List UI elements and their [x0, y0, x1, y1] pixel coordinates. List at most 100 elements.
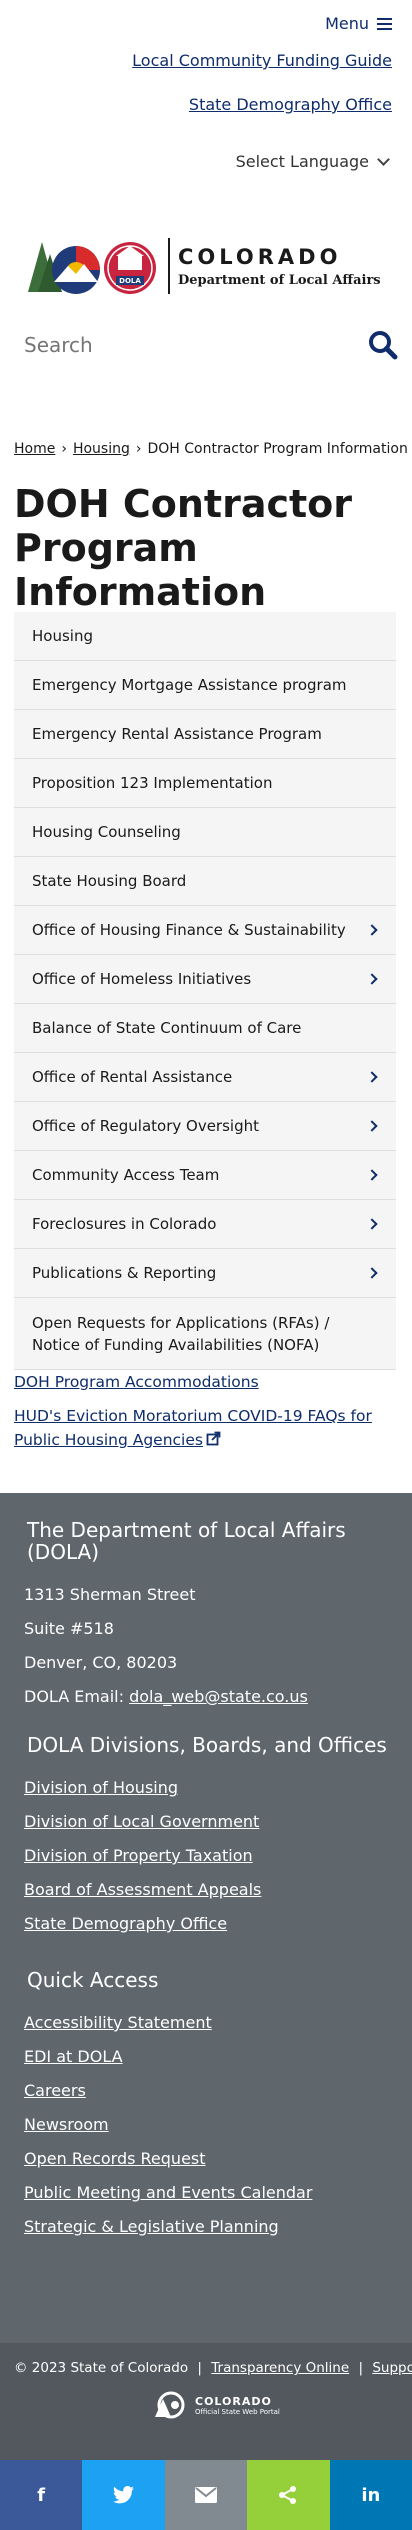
nav-item-label: Open Requests for Applications (RFAs) / …	[32, 1313, 330, 1354]
state-portal-logo[interactable]: COLORADO Official State Web Portal	[153, 2391, 280, 2419]
chevron-right-icon[interactable]	[366, 1120, 378, 1132]
nav-item-foreclosures[interactable]: Foreclosures in Colorado	[14, 1200, 396, 1249]
footer-link-events-calendar[interactable]: Public Meeting and Events Calendar	[24, 2183, 312, 2202]
menu-label: Menu	[325, 14, 369, 33]
copyright: © 2023 State of Colorado	[14, 2360, 189, 2376]
nav-item-label: Housing Counseling	[32, 823, 181, 841]
menu-button[interactable]: Menu	[325, 14, 392, 33]
email-share-button[interactable]	[164, 2460, 248, 2530]
chevron-right-icon[interactable]	[366, 1071, 378, 1083]
dola-logo[interactable]: DOLA COLORADO Department of Local Affair…	[24, 232, 396, 300]
nav-item-homeless-initiatives[interactable]: Office of Homeless Initiatives	[14, 955, 396, 1004]
footer-link-division-of-local-government[interactable]: Division of Local Government	[24, 1812, 259, 1831]
extra-links: DOH Program Accommodations HUD's Evictio…	[14, 1370, 398, 1463]
nav-item-publications[interactable]: Publications & Reporting	[14, 1249, 396, 1298]
nav-item-housing-finance[interactable]: Office of Housing Finance & Sustainabili…	[14, 906, 396, 955]
search-icon[interactable]	[368, 330, 398, 360]
nav-item-label: Office of Housing Finance & Sustainabili…	[32, 921, 346, 939]
linkedin-icon: in	[361, 2484, 381, 2506]
chevron-right-icon[interactable]	[366, 1267, 378, 1279]
email-link[interactable]: dola_web@state.co.us	[129, 1687, 308, 1706]
footer-link-division-of-housing[interactable]: Division of Housing	[24, 1778, 178, 1797]
nav-item-label: Balance of State Continuum of Care	[32, 1019, 302, 1037]
email-line: DOLA Email: dola_web@state.co.us	[24, 1687, 388, 1706]
bottom-bar: © 2023 State of Colorado | Transparency …	[0, 2343, 412, 2460]
nav-item-rental-assistance[interactable]: Office of Rental Assistance	[14, 1053, 396, 1102]
utility-links: Local Community Funding Guide State Demo…	[0, 50, 412, 116]
nav-item-housing[interactable]: Housing	[14, 612, 396, 661]
logo-subtitle: Department of Local Affairs	[178, 272, 381, 288]
share-button[interactable]	[247, 2460, 330, 2530]
portal-title: COLORADO	[195, 2394, 272, 2408]
email-label: DOLA Email:	[24, 1687, 130, 1706]
hud-eviction-faq-link[interactable]: HUD's Eviction Moratorium COVID-19 FAQs …	[14, 1404, 398, 1453]
chevron-right-icon[interactable]	[366, 1218, 378, 1230]
logo-badge: DOLA	[119, 277, 141, 285]
footer-org-heading: The Department of Local Affairs (DOLA)	[27, 1518, 346, 1564]
support-link[interactable]: Support	[372, 2360, 412, 2376]
footer-link-strategic-planning[interactable]: Strategic & Legislative Planning	[24, 2217, 279, 2236]
footer-link-edi[interactable]: EDI at DOLA	[24, 2047, 123, 2066]
colorado-portal-icon	[155, 2391, 185, 2419]
facebook-share-button[interactable]: f	[0, 2460, 83, 2530]
footer: The Department of Local Affairs (DOLA) 1…	[0, 1493, 412, 2343]
nav-item-rfa-nofa[interactable]: Open Requests for Applications (RFAs) / …	[14, 1298, 396, 1370]
nav-item-housing-counseling[interactable]: Housing Counseling	[14, 808, 396, 857]
nav-item-emergency-mortgage[interactable]: Emergency Mortgage Assistance program	[14, 661, 396, 710]
nav-item-state-housing-board[interactable]: State Housing Board	[14, 857, 396, 906]
chevron-right-icon[interactable]	[366, 1169, 378, 1181]
nav-item-community-access[interactable]: Community Access Team	[14, 1151, 396, 1200]
nav-item-prop-123[interactable]: Proposition 123 Implementation	[14, 759, 396, 808]
envelope-icon	[195, 2487, 218, 2503]
nav-item-label: Community Access Team	[32, 1166, 220, 1184]
nav-item-label: State Housing Board	[32, 872, 187, 890]
twitter-icon	[112, 2486, 134, 2504]
bottom-links: © 2023 State of Colorado | Transparency …	[14, 2360, 412, 2376]
footer-link-open-records[interactable]: Open Records Request	[24, 2149, 206, 2168]
local-community-funding-guide-link[interactable]: Local Community Funding Guide	[0, 50, 392, 72]
footer-link-board-of-assessment-appeals[interactable]: Board of Assessment Appeals	[24, 1880, 261, 1899]
chevron-down-icon	[377, 152, 390, 166]
nav-item-label: Publications & Reporting	[32, 1264, 217, 1282]
doh-accommodations-link[interactable]: DOH Program Accommodations	[14, 1370, 398, 1394]
nav-item-continuum-of-care[interactable]: Balance of State Continuum of Care	[14, 1004, 396, 1053]
breadcrumb-separator: ›	[61, 441, 67, 457]
state-demography-office-link[interactable]: State Demography Office	[0, 94, 392, 116]
footer-link-careers[interactable]: Careers	[24, 2081, 86, 2100]
chevron-right-icon[interactable]	[366, 924, 378, 936]
hud-eviction-faq-label: HUD's Eviction Moratorium COVID-19 FAQs …	[14, 1407, 372, 1449]
chevron-right-icon[interactable]	[366, 973, 378, 985]
separator: |	[197, 2360, 202, 2376]
language-selector[interactable]: Select Language	[236, 152, 390, 171]
footer-quick-access-heading: Quick Access	[27, 1968, 159, 1992]
breadcrumb-separator: ›	[135, 441, 142, 457]
breadcrumb-home-link[interactable]: Home	[14, 441, 55, 457]
footer-link-division-of-property-taxation[interactable]: Division of Property Taxation	[24, 1846, 253, 1865]
quick-access-list: Accessibility Statement EDI at DOLA Care…	[24, 2013, 388, 2236]
nav-item-label: Emergency Mortgage Assistance program	[32, 676, 347, 694]
nav-item-emergency-rental[interactable]: Emergency Rental Assistance Program	[14, 710, 396, 759]
breadcrumb: Home › Housing › DOH Contractor Program …	[14, 441, 408, 457]
footer-link-state-demography-office[interactable]: State Demography Office	[24, 1914, 227, 1933]
nav-item-regulatory-oversight[interactable]: Office of Regulatory Oversight	[14, 1102, 396, 1151]
nav-item-label: Housing	[32, 627, 93, 645]
transparency-online-link[interactable]: Transparency Online	[211, 2360, 349, 2376]
logo-title: COLORADO	[178, 244, 342, 269]
nav-item-label: Foreclosures in Colorado	[32, 1215, 217, 1233]
breadcrumb-housing-link[interactable]: Housing	[73, 441, 130, 457]
divisions-list: Division of Housing Division of Local Go…	[24, 1778, 388, 1933]
search-input[interactable]	[24, 333, 368, 357]
linkedin-share-button[interactable]: in	[329, 2460, 412, 2530]
facebook-icon: f	[37, 2484, 46, 2506]
footer-link-accessibility[interactable]: Accessibility Statement	[24, 2013, 212, 2032]
twitter-share-button[interactable]	[82, 2460, 165, 2530]
section-nav: Housing Emergency Mortgage Assistance pr…	[14, 612, 396, 1370]
nav-item-label: Proposition 123 Implementation	[32, 774, 273, 792]
address-line: Suite #518	[24, 1619, 114, 1638]
separator: |	[358, 2360, 364, 2376]
footer-link-newsroom[interactable]: Newsroom	[24, 2115, 109, 2134]
top-bar: Menu	[0, 0, 412, 50]
footer-divisions-heading: DOLA Divisions, Boards, and Offices	[27, 1733, 387, 1757]
address-line: 1313 Sherman Street	[24, 1585, 196, 1604]
portal-subtitle: Official State Web Portal	[195, 2407, 280, 2416]
